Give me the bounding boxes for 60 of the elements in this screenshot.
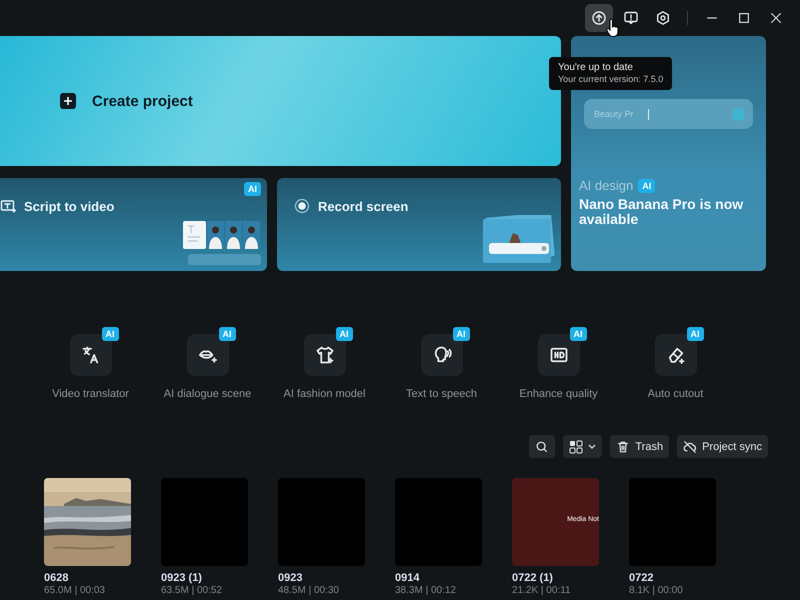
search-button[interactable] — [529, 435, 556, 458]
tool-label: Text to speech — [406, 388, 477, 400]
sync-button[interactable]: Project sync — [677, 435, 768, 458]
tool-label: AI fashion model — [284, 388, 366, 400]
project-meta: 65.0M | 00:03 — [44, 585, 106, 596]
ai-badge: AI — [638, 178, 656, 192]
search-icon — [535, 440, 550, 454]
video-thumbnail[interactable] — [395, 478, 482, 566]
settings-icon — [655, 10, 671, 26]
ai-badge: AI — [570, 327, 586, 341]
project-name: 0722 (1) — [512, 572, 554, 584]
project-name: 0628 — [44, 572, 70, 584]
plus-icon — [60, 93, 76, 109]
prompt-text: Beauty Pr — [594, 109, 634, 119]
cloud-off-icon — [683, 440, 698, 454]
promo-label: AI design — [579, 178, 634, 193]
card-title: Script to video — [24, 198, 114, 214]
caret-icon — [588, 444, 596, 450]
maximize-icon — [737, 11, 751, 25]
tool-label: AI dialogue scene — [164, 388, 252, 400]
tool-label: Video translator — [52, 388, 129, 400]
project-meta: 63.5M | 00:52 — [161, 585, 223, 596]
video-thumbnail[interactable] — [278, 478, 365, 566]
project-meta: 48.5M | 00:30 — [278, 585, 340, 596]
ai-badge: AI — [244, 182, 261, 196]
ai-badge: AI — [218, 327, 236, 341]
video-thumbnail[interactable] — [161, 478, 248, 566]
card-title: Record screen — [318, 198, 408, 214]
script-to-video-card[interactable]: Script to video AI — [0, 178, 267, 271]
project-meta: 8.1K | 00:00 — [629, 585, 684, 596]
project-name: 0914 — [395, 572, 420, 584]
upload-icon — [591, 10, 607, 26]
close-icon — [769, 11, 783, 25]
video-thumbnail[interactable] — [629, 478, 716, 566]
ai-badge: AI — [336, 327, 352, 341]
record-icon — [294, 198, 310, 214]
grid-icon — [569, 440, 584, 454]
hand-cursor-icon — [606, 19, 620, 37]
view-toggle-button[interactable] — [563, 435, 602, 458]
shirt-icon — [314, 345, 334, 365]
card-title: Create project — [92, 92, 193, 110]
project-name: 0923 — [278, 572, 304, 584]
record-screen-card[interactable]: Record screen — [277, 178, 561, 271]
tool-label: Auto cutout — [648, 388, 704, 400]
trash-button[interactable]: Trash — [610, 435, 670, 458]
project-meta: 21.2K | 00:11 — [512, 585, 572, 596]
tool-label: Enhance quality — [519, 388, 598, 400]
project-name: 0722 — [629, 572, 654, 584]
ai-badge: AI — [452, 327, 470, 341]
text-box-icon — [0, 198, 16, 214]
promo-title: Nano Banana Pro is now available — [579, 197, 744, 227]
project-name: 0923 (1) — [161, 572, 203, 584]
translate-icon — [80, 345, 100, 365]
trash-icon — [616, 440, 630, 454]
project-meta: 38.3M | 00:12 — [395, 585, 457, 596]
text-cursor — [648, 108, 649, 120]
ai-badge: AI — [686, 327, 704, 341]
ai-badge: AI — [102, 327, 118, 341]
feedback-icon — [623, 10, 639, 26]
hd-icon — [548, 345, 568, 365]
